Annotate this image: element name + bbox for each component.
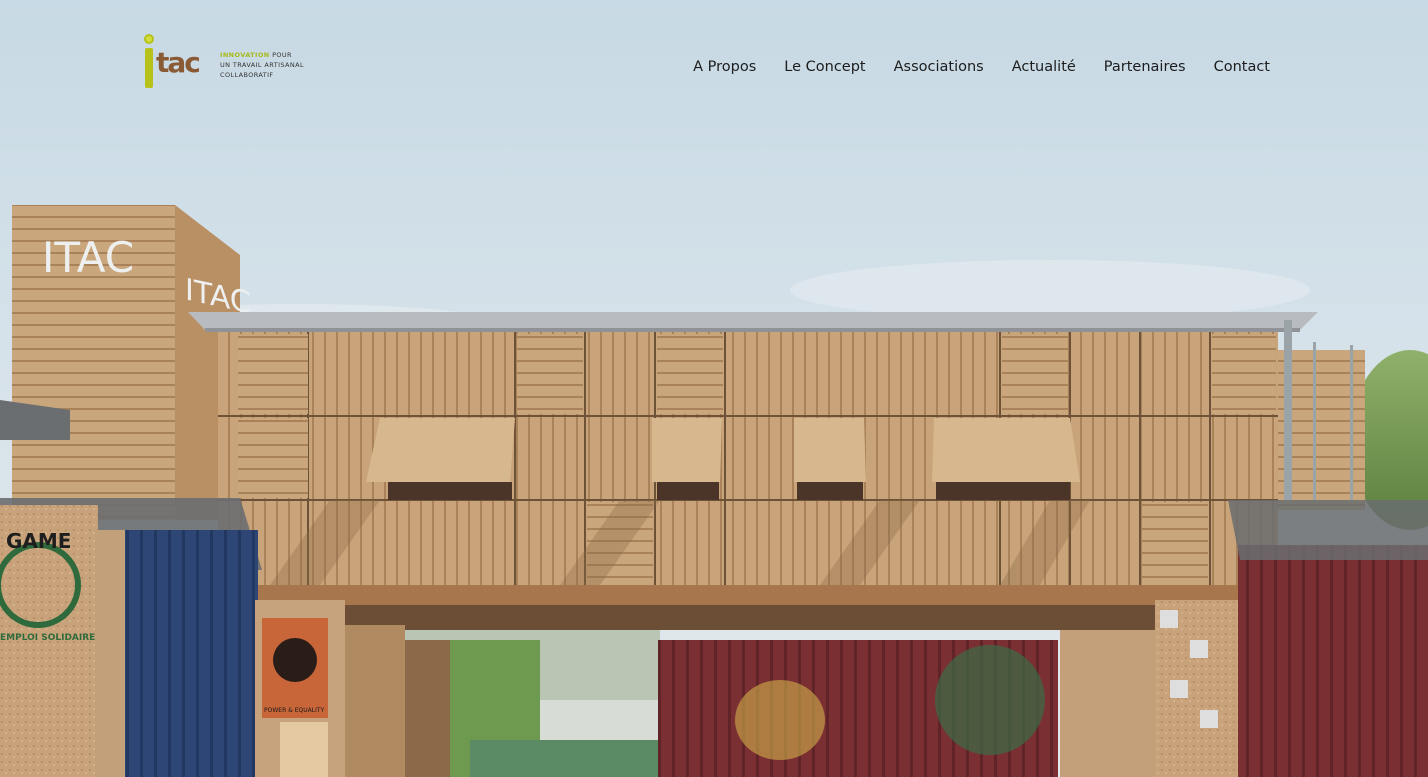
nav-item-partenaires[interactable]: Partenaires [1104, 59, 1186, 75]
logo-tagline-line1: POUR [272, 51, 292, 59]
left-badge-text: GAME [6, 529, 71, 553]
nav-item-a-propos[interactable]: A Propos [693, 59, 756, 75]
left-badge-sub: EMPLOI SOLIDAIRE [0, 633, 95, 643]
logo-letters: tac [156, 46, 201, 79]
main-nav: A Propos Le Concept Associations Actuali… [693, 59, 1270, 75]
container-sign-front: ITAC [42, 233, 134, 282]
logo-mark: tac [142, 34, 214, 90]
nav-item-contact[interactable]: Contact [1214, 59, 1270, 75]
nav-item-associations[interactable]: Associations [894, 59, 984, 75]
site-header: tac INNOVATION POUR UN TRAVAIL ARTISANAL… [0, 0, 1428, 140]
nav-item-le-concept[interactable]: Le Concept [784, 59, 865, 75]
logo-tagline-line3: COLLABORATIF [220, 71, 274, 79]
logo-tagline-highlight: INNOVATION [220, 51, 270, 59]
nav-item-actualite[interactable]: Actualité [1012, 59, 1076, 75]
logo-i-dot [144, 34, 154, 44]
logo-tagline-line2: UN TRAVAIL ARTISANAL [220, 61, 305, 69]
poster-caption: POWER & EQUALITY [264, 707, 325, 714]
site-logo[interactable]: tac INNOVATION POUR UN TRAVAIL ARTISANAL… [142, 34, 304, 92]
logo-tagline: INNOVATION POUR UN TRAVAIL ARTISANAL COL… [220, 50, 304, 80]
logo-i-stem [145, 48, 153, 88]
